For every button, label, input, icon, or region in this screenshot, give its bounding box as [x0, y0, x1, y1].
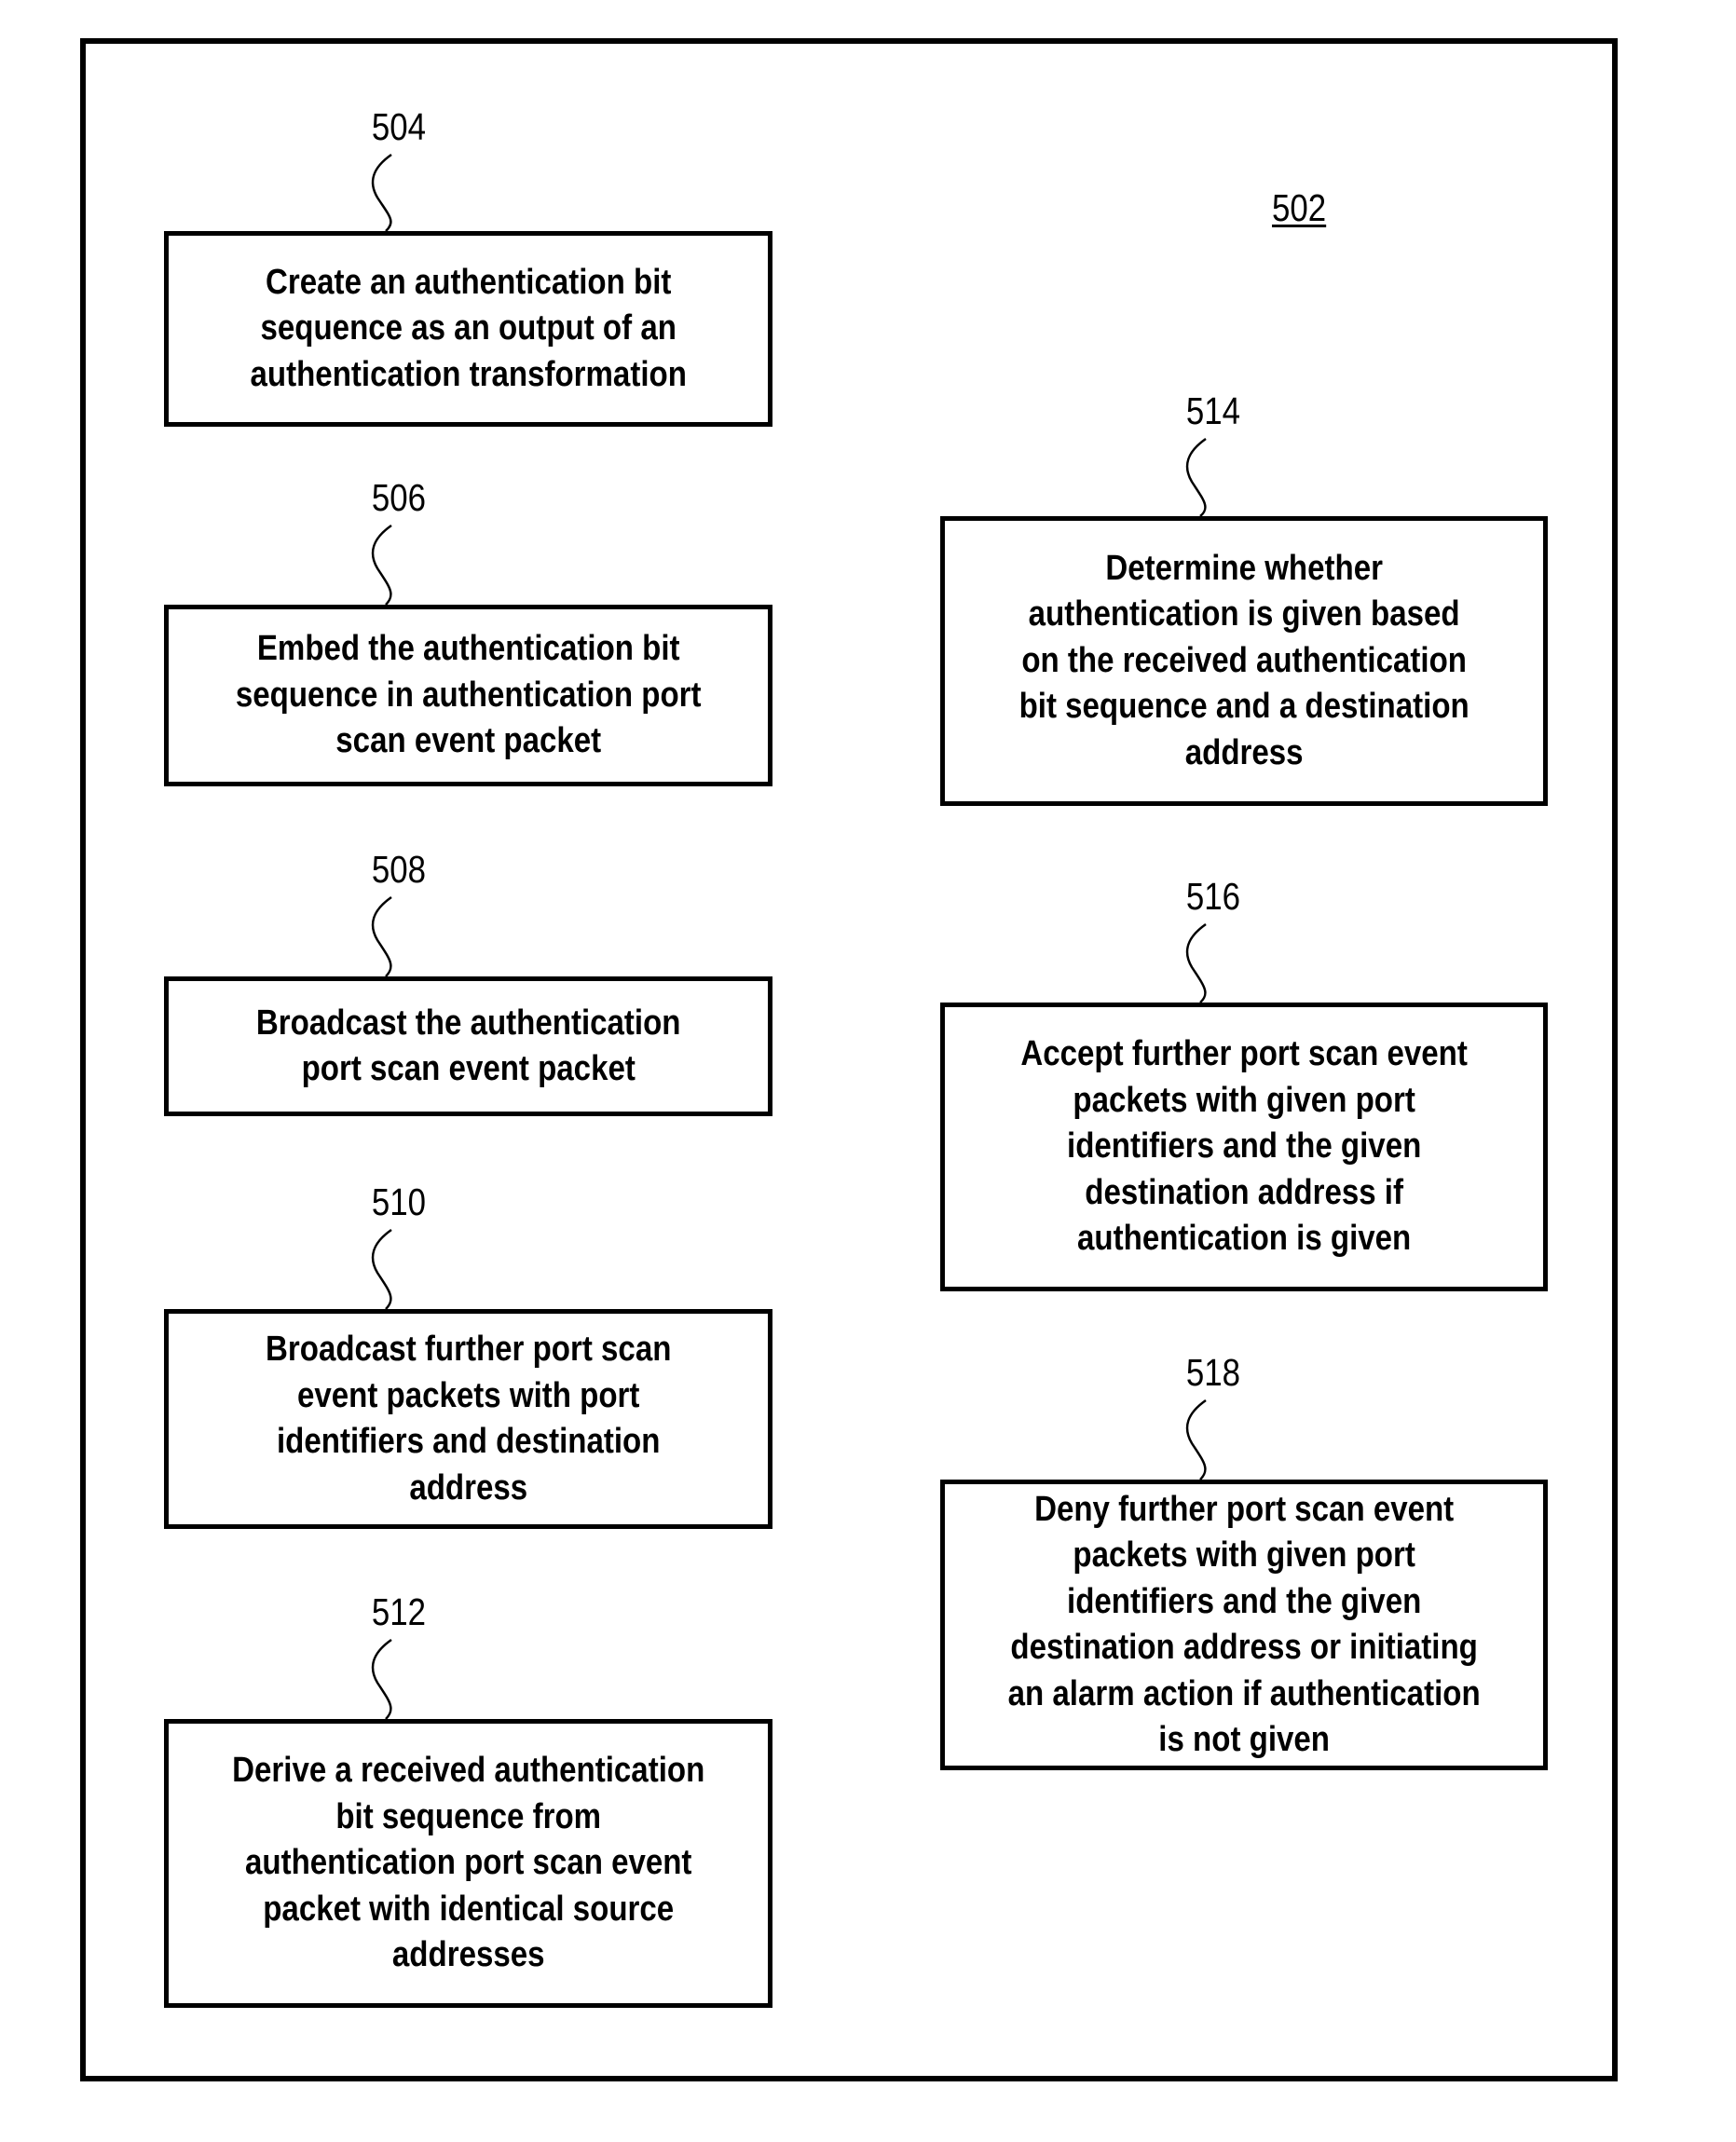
- ref-number-512: 512: [371, 1590, 427, 1633]
- step-box-508: Broadcast the authentication port scan e…: [164, 976, 772, 1116]
- step-box-516: Accept further port scan event packets w…: [940, 1003, 1548, 1291]
- step-text-510: Broadcast further port scan event packet…: [265, 1330, 672, 1508]
- step-text-506: Embed the authentication bit sequence in…: [235, 629, 702, 761]
- step-box-514: Determine whether authentication is give…: [940, 516, 1548, 806]
- step-box-512: Derive a received authentication bit seq…: [164, 1719, 772, 2008]
- ref-number-508: 508: [371, 848, 427, 891]
- step-text-514: Determine whether authentication is give…: [1018, 548, 1469, 772]
- step-text-504: Create an authentication bit sequence as…: [250, 262, 687, 394]
- ref-number-504: 504: [371, 105, 427, 148]
- step-box-504: Create an authentication bit sequence as…: [164, 231, 772, 427]
- ref-number-514: 514: [1185, 389, 1241, 432]
- step-box-506: Embed the authentication bit sequence in…: [164, 605, 772, 786]
- step-text-512: Derive a received authentication bit seq…: [231, 1751, 705, 1975]
- step-text-508: Broadcast the authentication port scan e…: [255, 1003, 681, 1089]
- step-text-518: Deny further port scan event packets wit…: [1007, 1489, 1481, 1760]
- step-box-510: Broadcast further port scan event packet…: [164, 1309, 772, 1529]
- ref-number-518: 518: [1185, 1351, 1241, 1394]
- figure-label: 502: [1272, 186, 1327, 229]
- ref-number-506: 506: [371, 476, 427, 519]
- ref-number-516: 516: [1185, 875, 1241, 918]
- step-box-518: Deny further port scan event packets wit…: [940, 1480, 1548, 1770]
- ref-number-510: 510: [371, 1180, 427, 1223]
- step-text-516: Accept further port scan event packets w…: [1020, 1034, 1468, 1259]
